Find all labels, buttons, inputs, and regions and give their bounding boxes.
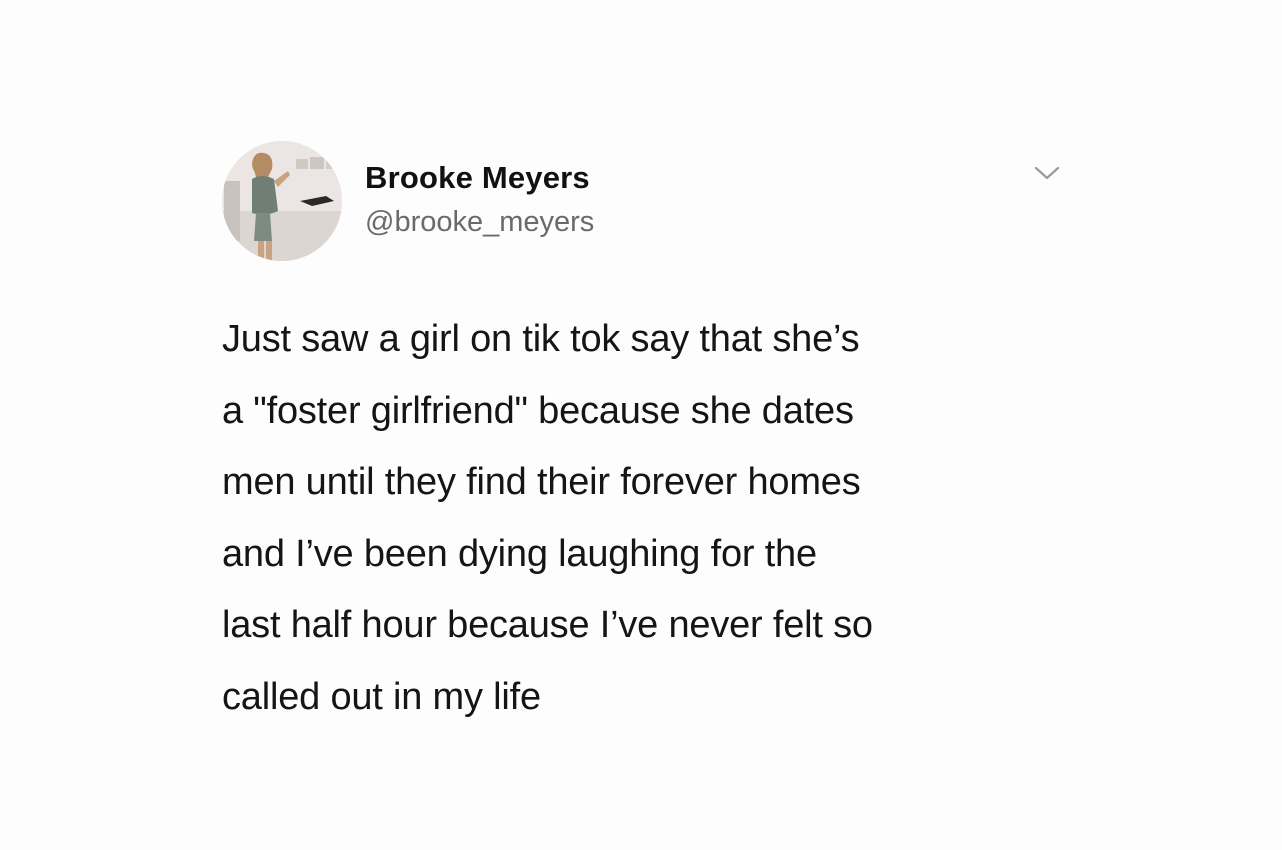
chevron-down-icon xyxy=(1034,166,1060,180)
tweet-text: Just saw a girl on tik tok say that she’… xyxy=(222,318,873,718)
tweet-menu-button[interactable] xyxy=(1032,162,1062,184)
author-handle[interactable]: @brooke_meyers xyxy=(365,206,594,239)
tweet-card: Brooke Meyers @brooke_meyers Just saw a … xyxy=(0,0,1282,850)
avatar[interactable] xyxy=(222,141,342,261)
author-display-name[interactable]: Brooke Meyers xyxy=(365,160,590,196)
profile-photo-icon xyxy=(222,141,342,261)
